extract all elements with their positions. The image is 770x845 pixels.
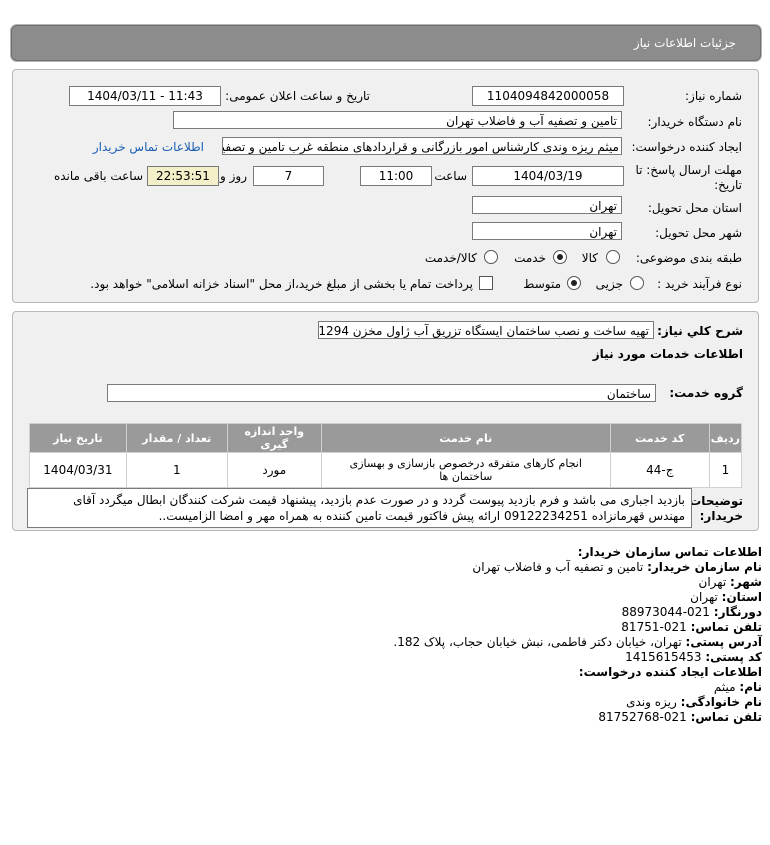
city-field[interactable]: تهران xyxy=(472,222,622,240)
table-header-row: ردیف کد خدمت نام خدمت واحد اندازه گیری ت… xyxy=(29,423,743,453)
buyer-notes-label: توضیحات xyxy=(689,494,743,508)
process-option-minor: جزیی xyxy=(595,277,623,291)
category-radio-goods[interactable] xyxy=(606,250,620,264)
contact-province-value: تهران xyxy=(690,590,718,604)
contact-phone-row: تلفن تماس: 021-81751 xyxy=(393,620,762,635)
process-label: نوع فرآیند خرید : xyxy=(657,277,742,291)
announce-label: تاریخ و ساعت اعلان عمومی: xyxy=(225,89,370,103)
service-group-label: گروه خدمت: xyxy=(669,386,743,400)
contact-postal-row: کد پستی: 1415615453 xyxy=(393,650,762,665)
contact-city-value: تهران xyxy=(698,575,727,589)
contact-postal-label: کد پستی: xyxy=(705,650,762,664)
services-title: اطلاعات خدمات مورد نیاز xyxy=(592,347,743,361)
treasury-payment-checkbox[interactable] xyxy=(479,276,493,290)
creator-name-value: میثم xyxy=(713,680,736,694)
process-radio-minor[interactable] xyxy=(630,276,644,290)
category-option-goods-service: کالا/خدمت xyxy=(424,251,477,265)
page-header: جزئیات اطلاعات نیاز xyxy=(11,25,761,61)
category-label: طبقه بندی موضوعی: xyxy=(635,251,742,265)
contact-fax-value: 021-88973044 xyxy=(621,605,710,619)
contact-address-row: آدرس پستی: تهران، خیابان دکتر فاطمی، نبش… xyxy=(393,635,762,650)
creator-family-label: نام خانوادگی: xyxy=(680,695,762,709)
contact-org-label: نام سازمان خریدار: xyxy=(647,560,762,574)
contact-title: اطلاعات تماس سازمان خریدار: xyxy=(577,545,762,559)
process-radio-medium[interactable] xyxy=(567,276,581,290)
table-header-row-number: ردیف xyxy=(708,423,743,453)
description-field[interactable]: تهیه ساخت و نصب ساختمان ایستگاه تزریق آب… xyxy=(318,321,654,339)
contact-org-row: نام سازمان خریدار: تامین و تصفیه آب و فا… xyxy=(393,560,762,575)
table-header-date: تاریخ نیاز xyxy=(29,423,127,453)
treasury-payment-text: پرداخت تمام یا بخشی از مبلغ خرید،از محل … xyxy=(90,277,473,291)
service-group-field[interactable]: ساختمان xyxy=(107,384,656,402)
contact-city-label: شهر: xyxy=(730,575,762,589)
description-label: شرح کلي نياز: xyxy=(657,324,743,338)
cell-row-number: 1 xyxy=(708,452,743,488)
contact-postal-value: 1415615453 xyxy=(625,650,702,664)
deadline-time-label: ساعت xyxy=(434,169,467,183)
city-label: شهر محل تحویل: xyxy=(655,226,742,240)
buyer-notes-label-2: خریدار: xyxy=(699,509,743,523)
process-option-medium: متوسط xyxy=(523,277,561,291)
table-header-unit: واحد اندازه گیری xyxy=(226,423,322,453)
creator-phone-label: تلفن تماس: xyxy=(690,710,762,724)
creator-phone-value: 021-81752768 xyxy=(598,710,687,724)
contact-fax-label: دورنگار: xyxy=(713,605,762,619)
cell-service-name: انجام کارهای متفرقه درخصوص بازسازی و بهس… xyxy=(320,452,611,488)
page-title: جزئیات اطلاعات نیاز xyxy=(633,36,736,50)
deadline-label-date: تاریخ: xyxy=(714,178,742,192)
contact-phone-label: تلفن تماس: xyxy=(690,620,762,634)
contact-address-label: آدرس پستی: xyxy=(685,635,762,649)
cell-service-code: ج-44 xyxy=(609,452,710,488)
cell-quantity: 1 xyxy=(125,452,228,488)
announce-datetime-field[interactable]: 1404/03/11 - 11:43 xyxy=(69,86,221,106)
table-row[interactable]: 1 ج-44 انجام کارهای متفرقه درخصوص بازساز… xyxy=(29,452,743,488)
creator-info-title: اطلاعات ایجاد کننده درخواست: xyxy=(578,665,762,679)
contact-fax-row: دورنگار: 021-88973044 xyxy=(393,605,762,620)
category-radio-service[interactable] xyxy=(553,250,567,264)
creator-name-row: نام: میثم xyxy=(393,680,762,695)
province-field[interactable]: تهران xyxy=(472,196,622,214)
days-field[interactable]: 7 xyxy=(253,166,324,186)
buyer-contact-link[interactable]: اطلاعات تماس خریدار xyxy=(93,140,204,154)
contact-address-value: تهران، خیابان دکتر فاطمی، نبش خیابان حجا… xyxy=(393,635,682,649)
table-header-qty: تعداد / مقدار xyxy=(125,423,228,453)
deadline-date-field[interactable]: 1404/03/19 xyxy=(472,166,624,186)
category-option-goods: کالا xyxy=(581,251,598,265)
contact-province-label: استان: xyxy=(721,590,762,604)
table-header-code: کد خدمت xyxy=(609,423,710,453)
contact-org-value: تامین و تصفیه آب و فاضلاب تهران xyxy=(472,560,644,574)
need-number-label: شماره نیاز: xyxy=(685,89,742,103)
remaining-time-field: 22:53:51 xyxy=(147,166,219,186)
creator-family-row: نام خانوادگی: ریزه وندی xyxy=(393,695,762,710)
creator-label: ایجاد کننده درخواست: xyxy=(631,140,742,154)
days-label: روز و xyxy=(220,169,247,183)
creator-phone-row: تلفن تماس: 021-81752768 xyxy=(393,710,762,725)
province-label: استان محل تحویل: xyxy=(647,201,742,215)
contact-city-row: شهر: تهران xyxy=(393,575,762,590)
creator-field[interactable]: میثم ریزه وندی کارشناس امور بازرگانی و ق… xyxy=(222,137,622,155)
contact-phone-value: 021-81751 xyxy=(621,620,687,634)
need-number-field[interactable]: 1104094842000058 xyxy=(472,86,624,106)
services-table: ردیف کد خدمت نام خدمت واحد اندازه گیری ت… xyxy=(29,423,743,488)
cell-unit: مورد xyxy=(226,452,322,488)
cell-need-date: 1404/03/31 xyxy=(29,452,127,488)
creator-name-label: نام: xyxy=(739,680,762,694)
deadline-label: مهلت ارسال پاسخ: تا xyxy=(635,163,742,177)
buyer-label: نام دستگاه خریدار: xyxy=(647,115,743,129)
remaining-label: ساعت باقی مانده xyxy=(53,169,143,183)
buyer-field[interactable]: تامین و تصفیه آب و فاضلاب تهران xyxy=(173,111,622,129)
category-option-service: خدمت xyxy=(514,251,546,265)
buyer-contact-section: اطلاعات تماس سازمان خریدار: نام سازمان خ… xyxy=(393,545,762,725)
buyer-notes-field[interactable]: بازدید اجباری می باشد و فرم بازدید پیوست… xyxy=(27,488,692,528)
contact-province-row: استان: تهران xyxy=(393,590,762,605)
deadline-time-field[interactable]: 11:00 xyxy=(360,166,432,186)
table-header-name: نام خدمت xyxy=(320,423,611,453)
creator-family-value: ریزه وندی xyxy=(626,695,677,709)
category-radio-goods-service[interactable] xyxy=(484,250,498,264)
